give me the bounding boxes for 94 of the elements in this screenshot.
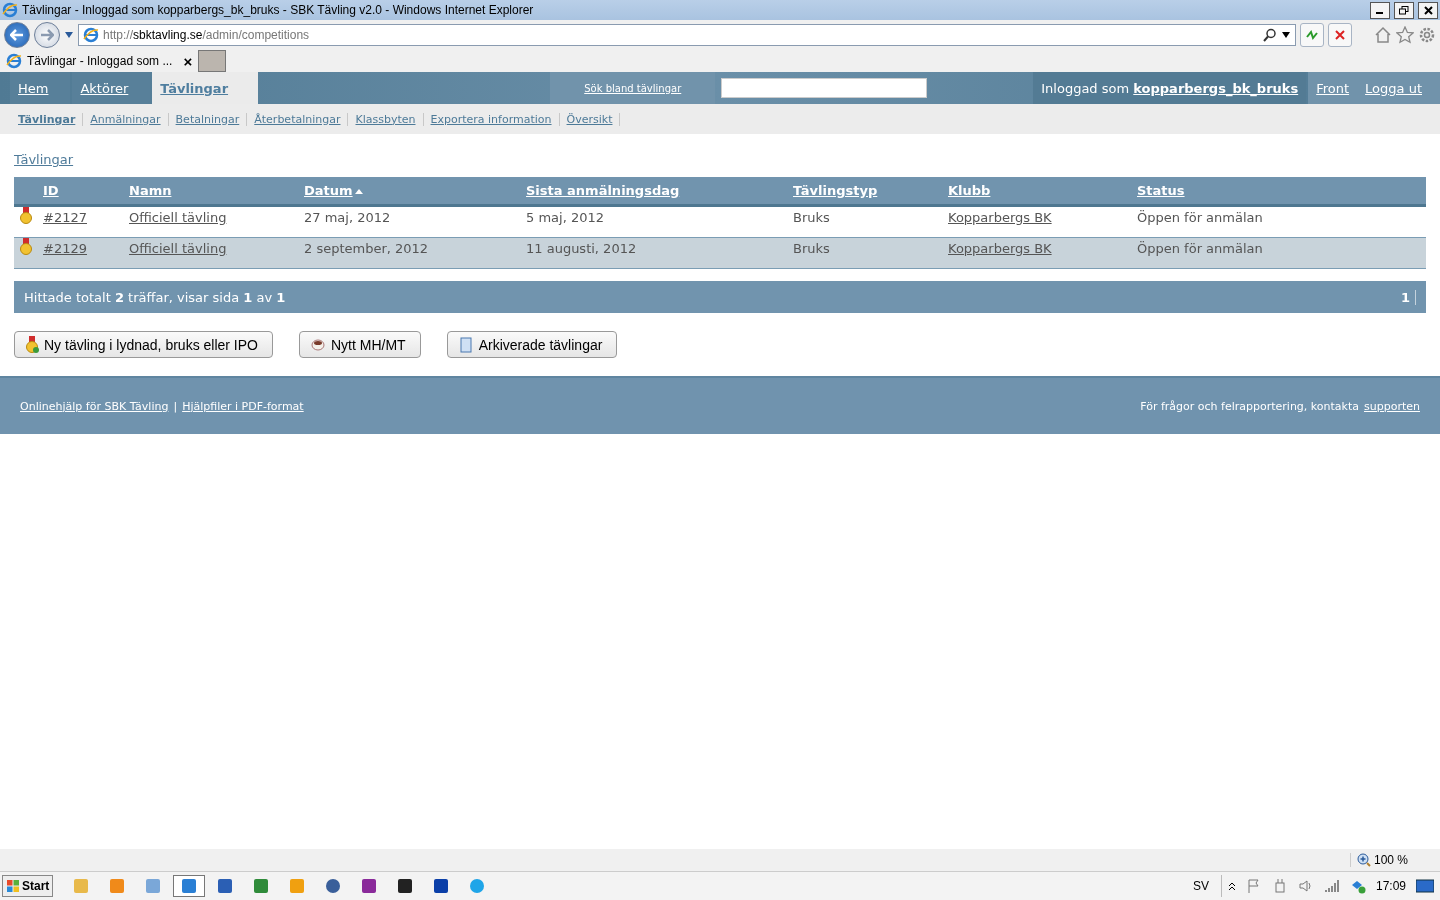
app-icon	[109, 878, 126, 894]
sub-nav-link[interactable]: Betalningar	[175, 112, 248, 126]
restore-button[interactable]	[1394, 1, 1414, 19]
column-header[interactable]: Datum	[304, 183, 353, 198]
action-button[interactable]: Ny tävling i lydnad, bruks eller IPO	[14, 331, 273, 358]
refresh-button[interactable]	[1300, 23, 1324, 47]
results-summary: Hittade totalt 2 träffar, visar sida 1 av 1	[24, 289, 287, 305]
table-cell-text: 2 september, 2012	[304, 241, 430, 256]
stop-button[interactable]	[1328, 23, 1352, 47]
footer-link[interactable]: Hjälpfiler i PDF-format	[182, 399, 304, 413]
column-header[interactable]: ID	[43, 183, 59, 198]
club-link[interactable]: Kopparbergs BK	[948, 210, 1052, 225]
close-icon	[1423, 5, 1433, 15]
speaker-icon	[1297, 878, 1314, 894]
app-icon	[217, 878, 234, 894]
caret-icon	[64, 31, 74, 39]
nav-link[interactable]: Front	[1316, 80, 1350, 96]
table-cell-text: Öppen för anmälan	[1137, 210, 1264, 225]
column-header[interactable]: Sista anmälningsdag	[526, 183, 680, 198]
clock-text[interactable]: 17:09	[1375, 879, 1406, 893]
club-link[interactable]: Kopparbergs BK	[948, 241, 1052, 256]
cup-icon	[310, 336, 326, 353]
medal-icon	[19, 238, 33, 256]
flag-icon	[1245, 878, 1262, 894]
window-title: Tävlingar - Inloggad som kopparbergs_bk_bruks - SBK Tävling v2.0 - Windows Internet Explorer	[22, 3, 535, 17]
chevron-up-icon	[1227, 881, 1236, 891]
breadcrumb-link[interactable]: Tävlingar	[14, 152, 74, 167]
table-cell-text: 5 maj, 2012	[526, 210, 605, 225]
sub-nav-link[interactable]: Klassbyten	[355, 112, 424, 126]
table-cell-text: 11 augusti, 2012	[526, 241, 638, 256]
table-cell-text: Bruks	[793, 241, 831, 256]
nav-tab[interactable]: Tävlingar	[152, 72, 259, 104]
id-link[interactable]: #2127	[43, 210, 87, 225]
star-icon	[1396, 26, 1414, 44]
support-link[interactable]: supporten	[1364, 399, 1420, 413]
separator-text: |	[173, 399, 178, 413]
column-header[interactable]: Status	[1137, 183, 1185, 198]
contact-text: För frågor och felrapportering, kontakta	[1140, 399, 1359, 413]
sub-nav-link[interactable]: Tävlingar	[18, 112, 84, 126]
app-icon	[253, 878, 270, 894]
tab-close-button[interactable]: ×	[183, 52, 193, 70]
table-cell-text: 27 maj, 2012	[304, 210, 392, 225]
column-header[interactable]: Namn	[129, 183, 172, 198]
table-cell-text: Öppen för anmälan	[1137, 241, 1264, 256]
sub-nav-link[interactable]: Exportera information	[430, 112, 560, 126]
arrow-left-icon	[10, 29, 24, 41]
forward-button[interactable]	[34, 22, 60, 48]
search-field[interactable]	[721, 78, 928, 98]
footer-link[interactable]: Onlinehjälp för SBK Tävling	[20, 399, 169, 413]
medal-add-icon	[25, 335, 39, 354]
app-icon	[325, 878, 342, 894]
arrow-right-icon	[40, 29, 54, 41]
sub-nav-link[interactable]: Översikt	[566, 112, 621, 126]
sub-nav-link[interactable]: Anmälningar	[90, 112, 169, 126]
action-button[interactable]: Arkiverade tävlingar	[446, 331, 618, 358]
back-button[interactable]	[4, 22, 30, 48]
language-indicator[interactable]: SV	[1192, 879, 1209, 893]
app-icon	[469, 878, 486, 894]
nav-tab[interactable]: Hem	[10, 72, 71, 104]
name-link[interactable]: Officiell tävling	[129, 241, 227, 256]
search-link[interactable]: Sök bland tävlingar	[550, 72, 716, 104]
new-tab-button[interactable]	[198, 50, 227, 72]
close-icon	[1334, 29, 1346, 41]
caret-icon	[1281, 31, 1291, 39]
close-button[interactable]	[1418, 1, 1438, 19]
app-icon	[361, 878, 378, 894]
home-icon	[1374, 26, 1392, 44]
zoom-in-icon	[1356, 853, 1371, 867]
windows-logo-icon	[6, 879, 20, 893]
column-header[interactable]: Klubb	[948, 183, 991, 198]
name-link[interactable]: Officiell tävling	[129, 210, 227, 225]
action-button[interactable]: Nytt MH/MT	[299, 331, 421, 358]
browser-tab[interactable]: Tävlingar - Inloggad som ... ×	[6, 52, 193, 70]
signal-bars-icon	[1323, 878, 1340, 894]
app-icon	[289, 878, 306, 894]
app-icon	[145, 878, 162, 894]
sub-nav-link[interactable]: Återbetalningar	[254, 112, 349, 126]
zoom-control[interactable]: 100 %	[1349, 853, 1436, 867]
logged-in-text: Inloggad som kopparbergs_bk_bruks	[1033, 72, 1307, 104]
medal-icon	[19, 207, 33, 225]
show-desktop-icon	[1416, 879, 1434, 893]
address-field[interactable]: http://sbktavling.se/admin/competitions	[78, 24, 1296, 46]
search-icon	[1263, 28, 1277, 42]
restore-icon	[1399, 5, 1409, 15]
table-cell-text: Bruks	[793, 210, 831, 225]
nav-link[interactable]: Logga ut	[1365, 80, 1422, 96]
url-text: http://sbktavling.se/admin/competitions	[103, 28, 311, 42]
app-icon	[433, 878, 450, 894]
minimize-button[interactable]	[1370, 1, 1390, 19]
settings-icon	[1418, 26, 1436, 44]
column-header[interactable]: Tävlingstyp	[793, 183, 878, 198]
id-link[interactable]: #2129	[43, 241, 87, 256]
start-button[interactable]: Start	[2, 875, 54, 897]
page-link[interactable]: 1	[1400, 289, 1416, 305]
